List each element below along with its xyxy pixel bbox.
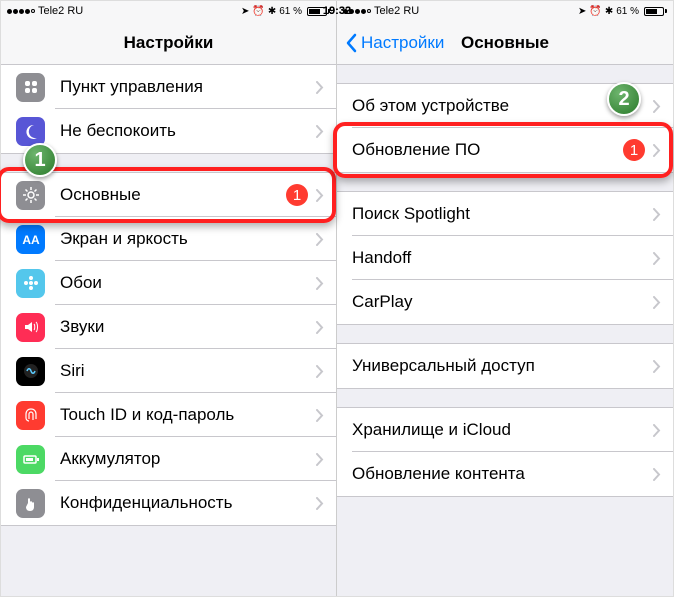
row-label: Экран и яркость (60, 229, 316, 249)
row-label: Touch ID и код-пароль (60, 405, 316, 425)
finger-icon (16, 401, 45, 430)
row-label: Конфиденциальность (60, 493, 316, 513)
row-label: Обои (60, 273, 316, 293)
row-label: Поиск Spotlight (352, 204, 653, 224)
row-label: Обновление ПО (352, 140, 623, 160)
aa-icon: AA (16, 225, 45, 254)
chevron-icon (653, 252, 661, 265)
row-label: Звуки (60, 317, 316, 337)
row-gear[interactable]: Основные1 (1, 173, 336, 217)
row-hand[interactable]: Конфиденциальность (1, 481, 336, 525)
row-siri[interactable]: Siri (1, 349, 336, 393)
flower-icon (16, 269, 45, 298)
row-label: CarPlay (352, 292, 653, 312)
general-list[interactable]: Об этом устройствеОбновление ПО1Поиск Sp… (337, 65, 673, 596)
battery-icon (16, 445, 45, 474)
speaker-icon (16, 313, 45, 342)
chevron-icon (653, 296, 661, 309)
row-label: Обновление контента (352, 464, 653, 484)
chevron-icon (653, 208, 661, 221)
row-label: Не беспокоить (60, 121, 316, 141)
row-label: Siri (60, 361, 316, 381)
row-label: Основные (60, 185, 286, 205)
control-icon (16, 73, 45, 102)
annotation-marker-2: 2 (607, 82, 641, 116)
row-item[interactable]: Хранилище и iCloud (337, 408, 673, 452)
row-finger[interactable]: Touch ID и код-пароль (1, 393, 336, 437)
siri-icon (16, 357, 45, 386)
chevron-icon (316, 125, 324, 138)
chevron-icon (316, 453, 324, 466)
row-item[interactable]: Универсальный доступ (337, 344, 673, 388)
row-item[interactable]: Handoff (337, 236, 673, 280)
bluetooth-icon: ✱ (268, 6, 276, 17)
row-item[interactable]: Поиск Spotlight (337, 192, 673, 236)
chevron-icon (653, 360, 661, 373)
chevron-icon (316, 365, 324, 378)
annotation-marker-1: 1 (23, 143, 57, 177)
chevron-icon (316, 277, 324, 290)
row-flower[interactable]: Обои (1, 261, 336, 305)
row-aa[interactable]: AA Экран и яркость (1, 217, 336, 261)
bluetooth-icon: ✱ (605, 6, 613, 17)
battery-pct: 61 % (279, 6, 302, 17)
chevron-icon (316, 81, 324, 94)
row-label: Хранилище и iCloud (352, 420, 653, 440)
chevron-icon (316, 497, 324, 510)
svg-text:AA: AA (22, 233, 40, 247)
back-button[interactable]: Настройки (345, 33, 444, 53)
chevron-icon (316, 409, 324, 422)
chevron-icon (653, 100, 661, 113)
row-control[interactable]: Пункт управления (1, 65, 336, 109)
battery-icon (642, 7, 667, 16)
row-label: Handoff (352, 248, 653, 268)
row-item[interactable]: Обновление контента (337, 452, 673, 496)
row-speaker[interactable]: Звуки (1, 305, 336, 349)
battery-pct: 61 % (616, 6, 639, 17)
alarm-icon: ⏰ (252, 6, 264, 17)
row-item[interactable]: CarPlay (337, 280, 673, 324)
page-title: Основные (461, 33, 549, 53)
nav-bar: Настройки Основные (337, 21, 673, 65)
badge: 1 (623, 139, 645, 161)
row-label: Аккумулятор (60, 449, 316, 469)
status-bar: Tele2 RU 19:32 ➤ ⏰ ✱ 61 % (337, 1, 673, 21)
back-label: Настройки (361, 33, 444, 53)
clock: 19:32 (337, 5, 351, 17)
chevron-icon (316, 233, 324, 246)
row-battery[interactable]: Аккумулятор (1, 437, 336, 481)
nav-arrow-icon: ➤ (241, 6, 249, 17)
chevron-icon (653, 468, 661, 481)
nav-arrow-icon: ➤ (578, 6, 586, 17)
status-bar: Tele2 RU 19:32 ➤ ⏰ ✱ 61 % (1, 1, 336, 21)
carrier: Tele2 RU (374, 5, 419, 17)
chevron-icon (316, 321, 324, 334)
badge: 1 (286, 184, 308, 206)
alarm-icon: ⏰ (589, 6, 601, 17)
nav-bar: Настройки (1, 21, 336, 65)
carrier: Tele2 RU (38, 5, 83, 17)
chevron-icon (653, 144, 661, 157)
hand-icon (16, 489, 45, 518)
row-label: Пункт управления (60, 77, 316, 97)
page-title: Настройки (124, 33, 214, 53)
chevron-icon (653, 424, 661, 437)
chevron-icon (316, 189, 324, 202)
row-item[interactable]: Обновление ПО1 (337, 128, 673, 172)
settings-list[interactable]: Пункт управленияНе беспокоитьОсновные1AA… (1, 65, 336, 596)
moon-icon (16, 117, 45, 146)
row-label: Универсальный доступ (352, 356, 653, 376)
gear-icon (16, 181, 45, 210)
